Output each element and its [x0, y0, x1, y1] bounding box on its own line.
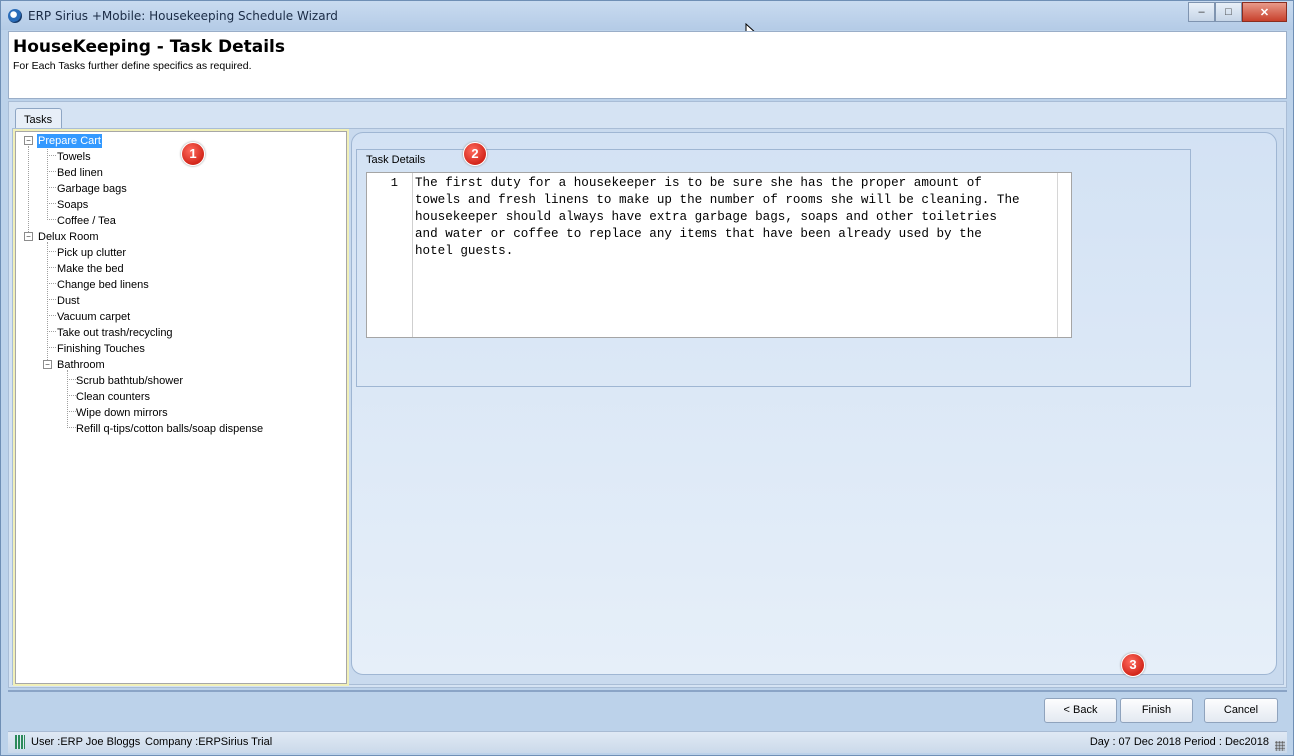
tree-line [47, 219, 56, 220]
task-details-group: Task Details 1 The first duty for a hous… [356, 149, 1191, 387]
close-button[interactable]: ✕ [1242, 2, 1287, 22]
tree-line [47, 203, 56, 204]
tree-node-wipe-down-mirrors[interactable]: Wipe down mirrors [76, 406, 168, 420]
app-logo-icon [8, 9, 22, 23]
tree-line [47, 347, 56, 348]
callout-badge-1: 1 [181, 142, 205, 166]
task-tree[interactable]: − − − Prepare Cart Towels Bed linen Garb… [13, 129, 349, 686]
cancel-button[interactable]: Cancel [1204, 698, 1278, 723]
finish-button[interactable]: Finish [1120, 698, 1193, 723]
tree-line [67, 411, 76, 412]
tree-node-delux-room[interactable]: Delux Room [38, 230, 99, 244]
resize-grip-icon[interactable] [1275, 741, 1285, 751]
callout-badge-2: 2 [463, 142, 487, 166]
collapse-icon[interactable]: − [24, 232, 33, 241]
back-button[interactable]: < Back [1044, 698, 1117, 723]
tree-line [67, 379, 76, 380]
tree-line [47, 155, 56, 156]
task-details-editor[interactable]: 1 The first duty for a housekeeper is to… [366, 172, 1072, 338]
tree-node-soaps[interactable]: Soaps [57, 198, 88, 212]
page-subtitle: For Each Tasks further define specifics … [13, 60, 252, 72]
task-details-text[interactable]: The first duty for a housekeeper is to b… [414, 173, 1057, 337]
wizard-header: HouseKeeping - Task Details For Each Tas… [8, 31, 1287, 99]
tree-node-coffee-tea[interactable]: Coffee / Tea [57, 214, 116, 228]
tree-line [47, 283, 56, 284]
collapse-icon[interactable]: − [43, 360, 52, 369]
tree-node-pick-up-clutter[interactable]: Pick up clutter [57, 246, 126, 260]
tree-node-bed-linen[interactable]: Bed linen [57, 166, 103, 180]
tree-node-change-bed-linens[interactable]: Change bed linens [57, 278, 149, 292]
status-user: User :ERP Joe Bloggs [31, 736, 141, 748]
tree-line [67, 427, 76, 428]
callout-badge-3: 3 [1121, 653, 1145, 677]
page-title: HouseKeeping - Task Details [13, 37, 285, 57]
tree-line [47, 299, 56, 300]
tree-line [47, 315, 56, 316]
tab-tasks[interactable]: Tasks [15, 108, 62, 128]
task-details-panel: Task Details 1 The first duty for a hous… [351, 132, 1277, 675]
tree-node-make-the-bed[interactable]: Make the bed [57, 262, 124, 276]
tree-line [47, 187, 56, 188]
wizard-window: ERP Sirius +Mobile: Housekeeping Schedul… [0, 0, 1294, 756]
tree-line [28, 146, 29, 234]
tree-line [47, 251, 56, 252]
window-title: ERP Sirius +Mobile: Housekeeping Schedul… [28, 9, 338, 23]
tree-node-prepare-cart[interactable]: Prepare Cart [37, 134, 102, 148]
title-bar[interactable]: ERP Sirius +Mobile: Housekeeping Schedul… [1, 1, 1293, 30]
wizard-body: Tasks − − − Prepare Cart Towels Bed line… [8, 101, 1287, 688]
tree-line [67, 395, 76, 396]
tree-node-dust[interactable]: Dust [57, 294, 80, 308]
tree-node-scrub-bathtub[interactable]: Scrub bathtub/shower [76, 374, 183, 388]
footer-divider [8, 690, 1287, 692]
status-company: Company :ERPSirius Trial [145, 736, 273, 748]
tree-line [47, 171, 56, 172]
tree-line [47, 331, 56, 332]
tree-node-bathroom[interactable]: Bathroom [57, 358, 105, 372]
books-icon [15, 735, 25, 749]
tree-line [47, 146, 48, 218]
line-number: 1 [367, 173, 413, 337]
tree-node-refill-q-tips[interactable]: Refill q-tips/cotton balls/soap dispense [76, 422, 263, 436]
tree-node-vacuum-carpet[interactable]: Vacuum carpet [57, 310, 130, 324]
maximize-button[interactable]: □ [1215, 2, 1242, 22]
status-bar: User :ERP Joe Bloggs Company :ERPSirius … [8, 731, 1287, 753]
tree-node-towels[interactable]: Towels [57, 150, 91, 164]
collapse-icon[interactable]: − [24, 136, 33, 145]
tree-node-finishing-touches[interactable]: Finishing Touches [57, 342, 145, 356]
tree-node-garbage-bags[interactable]: Garbage bags [57, 182, 127, 196]
tasks-tab-content: − − − Prepare Cart Towels Bed linen Garb… [12, 128, 1284, 686]
editor-scrollbar[interactable] [1057, 173, 1071, 337]
task-details-label: Task Details [366, 154, 426, 166]
tree-line [47, 242, 48, 362]
status-date-period: Day : 07 Dec 2018 Period : Dec2018 [1089, 736, 1269, 748]
tree-line [47, 267, 56, 268]
window-controls: – □ ✕ [1188, 2, 1287, 22]
minimize-button[interactable]: – [1188, 2, 1215, 22]
tree-node-take-out-trash[interactable]: Take out trash/recycling [57, 326, 173, 340]
tree-node-clean-counters[interactable]: Clean counters [76, 390, 150, 404]
